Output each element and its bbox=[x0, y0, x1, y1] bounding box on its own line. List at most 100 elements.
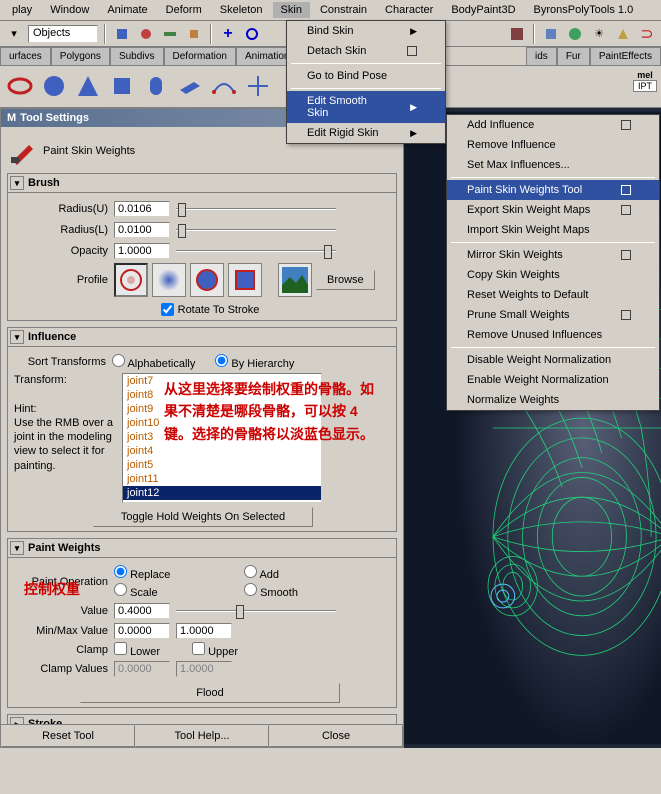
joint-list-item[interactable]: joint12 bbox=[123, 486, 321, 500]
menu-prune-small-weights[interactable]: Prune Small Weights bbox=[447, 305, 659, 325]
menu-copy-skin-weights[interactable]: Copy Skin Weights bbox=[447, 265, 659, 285]
menu-deform[interactable]: Deform bbox=[158, 2, 210, 18]
menu-window[interactable]: Window bbox=[42, 2, 97, 18]
influence-section-header[interactable]: ▾ Influence bbox=[7, 327, 397, 347]
snap-icon[interactable] bbox=[112, 24, 132, 44]
prim-plane-icon[interactable] bbox=[174, 70, 206, 102]
toggle-hold-weights-button[interactable]: Toggle Hold Weights On Selected bbox=[93, 507, 313, 527]
radius-u-input[interactable] bbox=[114, 201, 170, 217]
menu-bodypaint3d[interactable]: BodyPaint3D bbox=[443, 2, 523, 18]
shelf-tab-polygons[interactable]: Polygons bbox=[51, 47, 110, 65]
expand-icon[interactable]: ▸ bbox=[10, 717, 24, 724]
prim-torus-icon[interactable] bbox=[4, 70, 36, 102]
joint-list-item[interactable]: joint4 bbox=[123, 444, 321, 458]
menu-go-to-bind-pose[interactable]: Go to Bind Pose bbox=[287, 66, 445, 86]
menu-import-skin-weight-maps[interactable]: Import Skin Weight Maps bbox=[447, 220, 659, 240]
menu-reset-weights-default[interactable]: Reset Weights to Default bbox=[447, 285, 659, 305]
construction-icon[interactable] bbox=[613, 24, 633, 44]
radius-l-input[interactable] bbox=[114, 222, 170, 238]
option-box-icon[interactable] bbox=[621, 205, 631, 215]
menu-byronspolytools[interactable]: ByronsPolyTools 1.0 bbox=[526, 2, 642, 18]
joint-list-item[interactable]: joint3 bbox=[123, 430, 321, 444]
option-box-icon[interactable] bbox=[407, 46, 417, 56]
joint-list-item[interactable]: joint11 bbox=[123, 472, 321, 486]
menu-bind-skin[interactable]: Bind Skin▶ bbox=[287, 21, 445, 41]
shelf-tab-deformation[interactable]: Deformation bbox=[164, 47, 236, 65]
rotate-to-stroke-checkbox[interactable] bbox=[161, 303, 174, 316]
profile-gaussian-icon[interactable] bbox=[114, 263, 148, 297]
menu-remove-unused-influences[interactable]: Remove Unused Influences bbox=[447, 325, 659, 345]
radius-u-slider[interactable] bbox=[176, 200, 336, 218]
collapse-icon[interactable]: ▾ bbox=[10, 330, 24, 344]
profile-image-icon[interactable] bbox=[278, 263, 312, 297]
ipr-icon[interactable] bbox=[541, 24, 561, 44]
menu-paint-skin-weights-tool[interactable]: Paint Skin Weights Tool bbox=[447, 180, 659, 200]
menu-detach-skin[interactable]: Detach Skin bbox=[287, 41, 445, 61]
clamp-upper-checkbox[interactable]: Upper bbox=[192, 642, 238, 658]
tool-icon-2[interactable] bbox=[136, 24, 156, 44]
value-slider[interactable] bbox=[176, 602, 336, 620]
render-icon[interactable] bbox=[507, 24, 527, 44]
tool-help-button[interactable]: Tool Help... bbox=[135, 725, 269, 747]
shelf-tab-subdivs[interactable]: Subdivs bbox=[110, 47, 164, 65]
prim-sphere-icon[interactable] bbox=[38, 70, 70, 102]
menu-play[interactable]: play bbox=[4, 2, 40, 18]
menu-edit-smooth-skin[interactable]: Edit Smooth Skin▶ bbox=[287, 91, 445, 123]
option-box-icon[interactable] bbox=[621, 310, 631, 320]
menu-remove-influence[interactable]: Remove Influence bbox=[447, 135, 659, 155]
op-add-radio[interactable]: Add bbox=[244, 565, 344, 581]
tool-icon-4[interactable] bbox=[184, 24, 204, 44]
option-box-icon[interactable] bbox=[621, 250, 631, 260]
browse-button[interactable]: Browse bbox=[316, 270, 375, 290]
joint-list-item[interactable]: joint10 bbox=[123, 416, 321, 430]
collapse-icon[interactable]: ▾ bbox=[10, 541, 24, 555]
menu-export-skin-weight-maps[interactable]: Export Skin Weight Maps bbox=[447, 200, 659, 220]
menu-animate[interactable]: Animate bbox=[99, 2, 155, 18]
menu-skin[interactable]: Skin bbox=[273, 2, 310, 18]
brush-section-header[interactable]: ▾ Brush bbox=[7, 173, 397, 193]
menu-constrain[interactable]: Constrain bbox=[312, 2, 375, 18]
menu-normalize-weights[interactable]: Normalize Weights bbox=[447, 390, 659, 410]
op-smooth-radio[interactable]: Smooth bbox=[244, 583, 344, 599]
option-box-icon[interactable] bbox=[621, 120, 631, 130]
reset-tool-button[interactable]: Reset Tool bbox=[1, 725, 135, 747]
joint-list-item[interactable]: joint7 bbox=[123, 374, 321, 388]
magnet-icon[interactable]: ⊃ bbox=[637, 24, 657, 44]
clamp-lower-checkbox[interactable]: Lower bbox=[114, 642, 160, 658]
menu-skeleton[interactable]: Skeleton bbox=[212, 2, 271, 18]
op-scale-radio[interactable]: Scale bbox=[114, 583, 234, 599]
joint-list-item[interactable]: joint9 bbox=[123, 402, 321, 416]
close-button[interactable]: Close bbox=[269, 725, 403, 747]
transform-listbox[interactable]: joint7joint8joint9joint10joint3joint4joi… bbox=[122, 373, 322, 503]
min-value-input[interactable] bbox=[114, 623, 170, 639]
radius-l-slider[interactable] bbox=[176, 221, 336, 239]
option-box-icon[interactable] bbox=[621, 185, 631, 195]
tool-icon-3[interactable] bbox=[160, 24, 180, 44]
profile-soft-icon[interactable] bbox=[152, 263, 186, 297]
joint-list-item[interactable]: joint8 bbox=[123, 388, 321, 402]
menu-mirror-skin-weights[interactable]: Mirror Skin Weights bbox=[447, 245, 659, 265]
selection-mask-dropdown[interactable]: Objects bbox=[28, 25, 98, 43]
curve-tool-icon[interactable] bbox=[208, 70, 240, 102]
prim-cube-icon[interactable] bbox=[106, 70, 138, 102]
opacity-input[interactable] bbox=[114, 243, 170, 259]
tool-icon-6[interactable] bbox=[242, 24, 262, 44]
light-icon[interactable]: ☀ bbox=[589, 24, 609, 44]
prim-cylinder-icon[interactable] bbox=[140, 70, 172, 102]
menu-add-influence[interactable]: Add Influence bbox=[447, 115, 659, 135]
shelf-tab-ids[interactable]: ids bbox=[526, 47, 557, 65]
stroke-section-header[interactable]: ▸ Stroke bbox=[7, 714, 397, 724]
menu-disable-weight-normalization[interactable]: Disable Weight Normalization bbox=[447, 350, 659, 370]
menu-character[interactable]: Character bbox=[377, 2, 441, 18]
op-replace-radio[interactable]: Replace bbox=[114, 565, 234, 581]
shelf-tool-8-icon[interactable] bbox=[242, 70, 274, 102]
plus-icon[interactable]: + bbox=[218, 24, 238, 44]
profile-square-icon[interactable] bbox=[228, 263, 262, 297]
profile-solid-icon[interactable] bbox=[190, 263, 224, 297]
shelf-tab-painteffects[interactable]: PaintEffects bbox=[590, 47, 661, 65]
value-input[interactable] bbox=[114, 603, 170, 619]
joint-list-item[interactable]: joint13 bbox=[123, 500, 321, 503]
joint-list-item[interactable]: joint5 bbox=[123, 458, 321, 472]
flood-button[interactable]: Flood bbox=[80, 683, 340, 703]
menu-set-max-influences[interactable]: Set Max Influences... bbox=[447, 155, 659, 175]
